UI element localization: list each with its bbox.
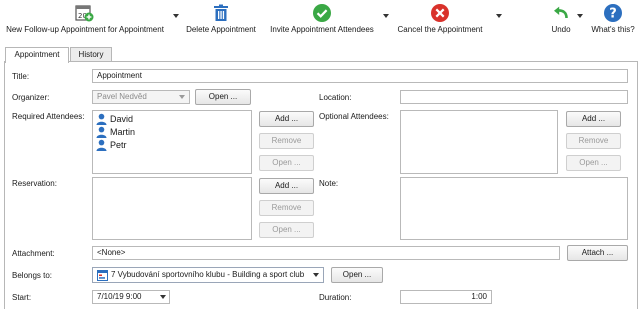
delete-appointment-button[interactable]: Delete Appointment (181, 0, 261, 40)
close-circle-icon (431, 4, 449, 22)
duration-label: Duration: (319, 293, 352, 302)
optional-open-button[interactable]: Open ... (566, 155, 621, 171)
undo-icon (554, 6, 568, 19)
organizer-select[interactable]: Pavel Nedvěd (92, 90, 190, 104)
start-date-input[interactable]: 7/10/19 9:00 (92, 290, 170, 304)
project-icon (97, 270, 108, 281)
cancel-appointment-button[interactable]: Cancel the Appointment (391, 0, 489, 40)
check-circle-icon (313, 4, 331, 22)
help-icon: ? (604, 4, 622, 22)
required-add-button[interactable]: Add ... (259, 111, 314, 127)
new-followup-button[interactable]: 20 New Follow-up Appointment for Appoint… (0, 0, 170, 40)
title-label: Title: (12, 72, 30, 81)
start-label: Start: (12, 293, 32, 302)
required-open-button[interactable]: Open ... (259, 155, 314, 171)
note-label: Note: (319, 179, 339, 188)
svg-text:?: ? (609, 7, 617, 22)
calendar-plus-icon: 20 (75, 5, 94, 22)
tab-appointment[interactable]: Appointment (5, 47, 69, 63)
tab-history[interactable]: History (70, 47, 112, 62)
attachment-label: Attachment: (12, 249, 55, 258)
reservation-add-button[interactable]: Add ... (259, 178, 314, 194)
required-remove-button[interactable]: Remove (259, 133, 314, 149)
reservation-label: Reservation: (12, 179, 57, 188)
invite-attendees-button[interactable]: Invite Appointment Attendees (263, 0, 381, 40)
required-attendees-list[interactable]: David Martin Petr (92, 110, 252, 174)
belongs-to-open-button[interactable]: Open ... (331, 267, 383, 283)
chevron-down-icon (179, 95, 185, 99)
invite-attendees-label: Invite Appointment Attendees (270, 25, 374, 34)
person-icon (96, 139, 107, 151)
organizer-value: Pavel Nedvěd (97, 92, 147, 101)
title-input[interactable]: Appointment (92, 69, 628, 83)
belongs-to-select[interactable]: 7 Vybudování sportovního klubu - Buildin… (92, 267, 324, 283)
optional-remove-button[interactable]: Remove (566, 133, 621, 149)
attach-button[interactable]: Attach ... (567, 245, 628, 261)
new-followup-label: New Follow-up Appointment for Appointmen… (6, 25, 164, 34)
reservation-remove-button[interactable]: Remove (259, 200, 314, 216)
chevron-down-icon (313, 273, 319, 277)
optional-attendees-label: Optional Attendees: (319, 112, 389, 121)
whats-this-label: What's this? (591, 25, 635, 34)
undo-dropdown[interactable] (577, 14, 583, 18)
duration-value: 1:00 (471, 292, 487, 301)
note-textarea[interactable] (400, 177, 628, 240)
duration-input[interactable]: 1:00 (400, 290, 492, 304)
organizer-open-button[interactable]: Open ... (195, 89, 251, 105)
attendee-name: Martin (110, 127, 136, 137)
optional-add-button[interactable]: Add ... (566, 111, 621, 127)
person-icon (96, 113, 107, 125)
undo-label: Undo (551, 25, 571, 34)
attachment-input[interactable]: <None> (92, 246, 560, 260)
attendee-name: Petr (110, 140, 127, 150)
location-label: Location: (319, 93, 352, 102)
chevron-down-icon[interactable] (160, 295, 166, 299)
belongs-to-label: Belongs to: (12, 271, 53, 280)
start-value: 7/10/19 9:00 (97, 292, 142, 301)
undo-button[interactable]: Undo (543, 0, 579, 40)
belongs-to-value: 7 Vybudování sportovního klubu - Buildin… (111, 270, 305, 279)
required-attendees-label: Required Attendees: (12, 112, 85, 121)
person-icon (96, 126, 107, 138)
location-input[interactable] (400, 90, 628, 104)
new-followup-dropdown[interactable] (173, 14, 179, 18)
reservation-list[interactable] (92, 177, 252, 240)
delete-appointment-label: Delete Appointment (186, 25, 256, 34)
trash-icon (214, 4, 228, 21)
cancel-appointment-label: Cancel the Appointment (397, 25, 483, 34)
cancel-dropdown[interactable] (496, 14, 502, 18)
toolbar: 20 New Follow-up Appointment for Appoint… (0, 0, 641, 40)
attendee-name: David (110, 114, 134, 124)
invite-dropdown[interactable] (383, 14, 389, 18)
whats-this-button[interactable]: ? What's this? (587, 0, 639, 40)
organizer-label: Organizer: (12, 93, 50, 102)
optional-attendees-list[interactable] (400, 110, 558, 174)
reservation-open-button[interactable]: Open ... (259, 222, 314, 238)
